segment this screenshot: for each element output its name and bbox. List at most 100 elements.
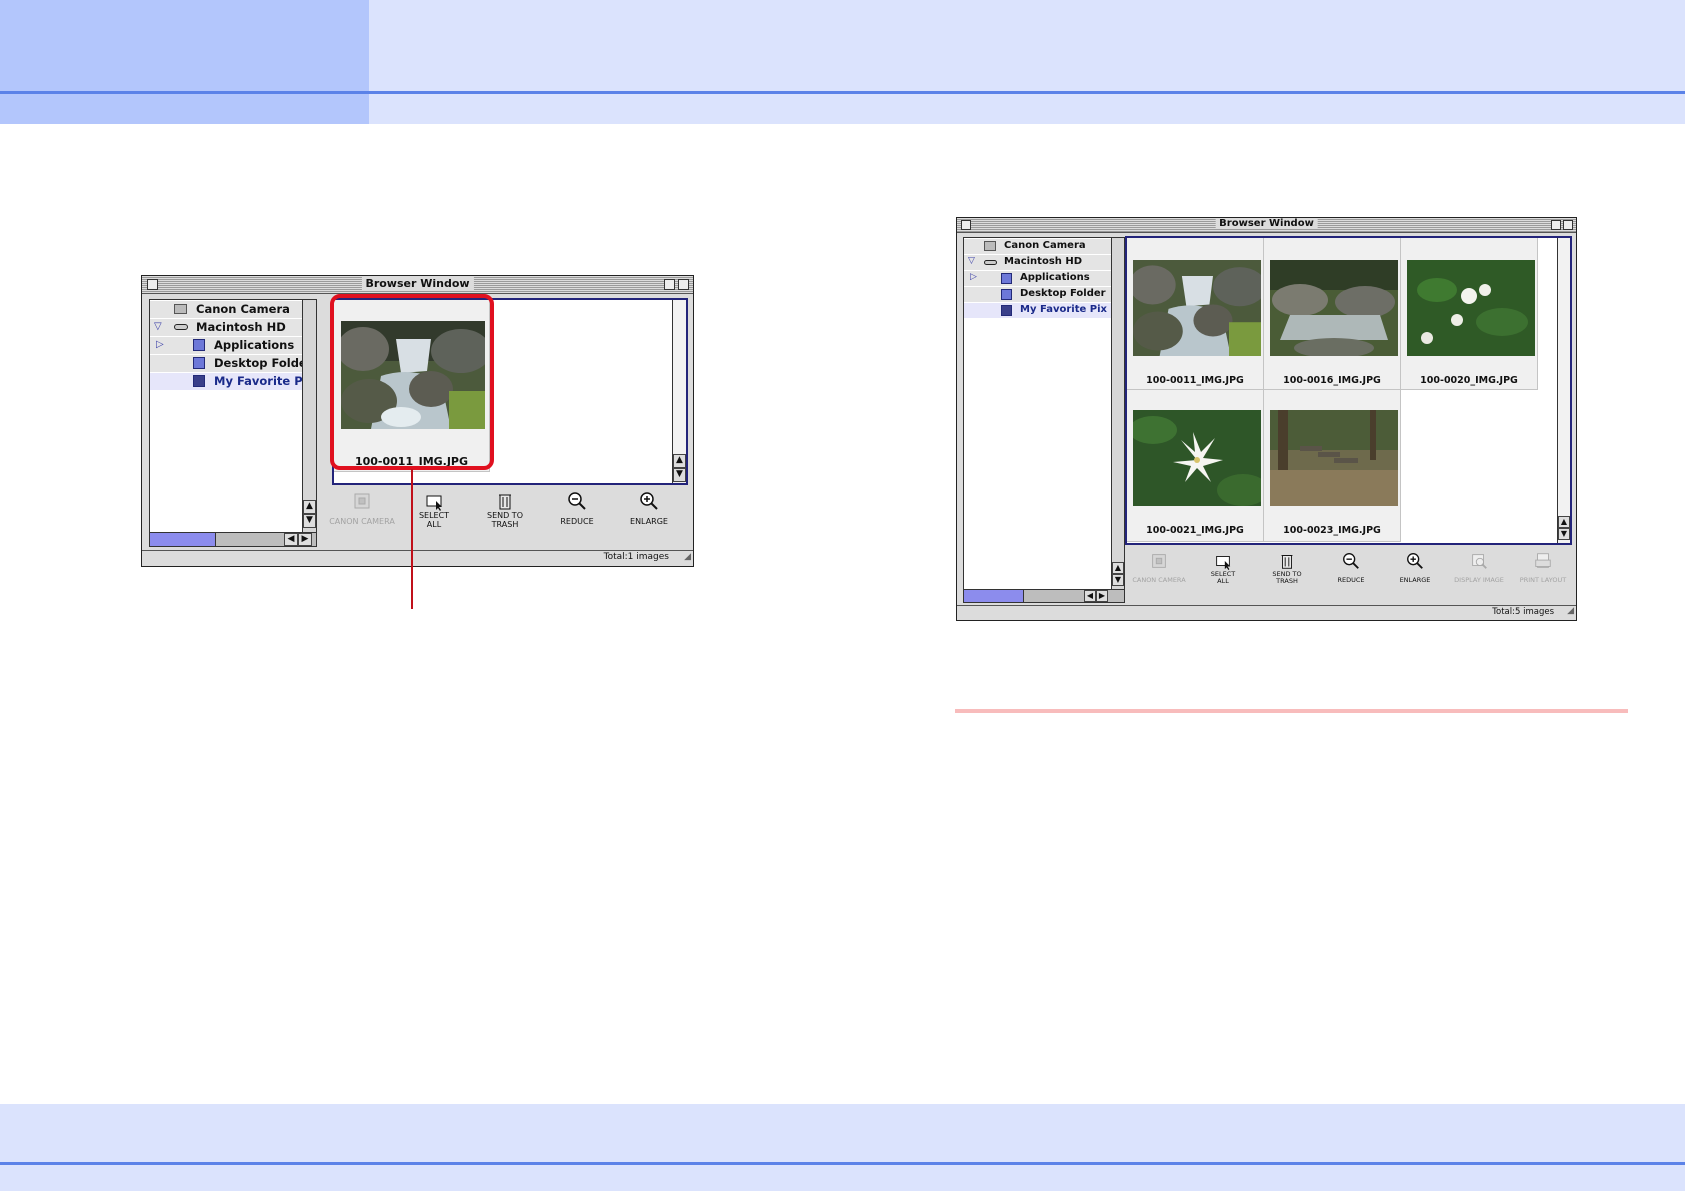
tree-item-label: Canon Camera xyxy=(196,302,290,316)
tree-item-macintosh-hd[interactable]: ▽ Macintosh HD xyxy=(150,319,316,336)
folder-icon xyxy=(1001,273,1012,284)
canon-camera-button[interactable]: CANON CAMERA xyxy=(1127,551,1191,584)
disclosure-closed-icon[interactable]: ▷ xyxy=(156,339,164,350)
header-band-left xyxy=(0,0,369,91)
disclosure-open-icon[interactable]: ▽ xyxy=(154,321,162,332)
tree-item-my-favorite-pix[interactable]: My Favorite Pix xyxy=(964,303,1124,318)
folder-tree: Canon Camera ▽ Macintosh HD ▷ Applicatio… xyxy=(149,299,317,547)
scroll-thumb[interactable] xyxy=(150,533,216,546)
scroll-up-icon[interactable]: ▲ xyxy=(673,454,686,468)
folder-icon xyxy=(193,339,205,351)
scroll-right-icon[interactable]: ▶ xyxy=(1096,590,1108,602)
browser-window-right: Browser Window Canon Camera ▽ Macintosh … xyxy=(956,217,1577,621)
thumbnail-filename: 100-0011_IMG.JPG xyxy=(1146,375,1244,386)
tree-item-macintosh-hd[interactable]: ▽ Macintosh HD xyxy=(964,255,1124,270)
close-box-icon[interactable] xyxy=(961,220,971,230)
image-pane-scrollbar[interactable]: ▲ ▼ xyxy=(672,300,686,483)
tree-item-label: Applications xyxy=(214,338,295,352)
tree-item-canon-camera[interactable]: Canon Camera xyxy=(964,239,1124,254)
tree-item-desktop-folder[interactable]: Desktop Folder xyxy=(964,287,1124,302)
scroll-thumb[interactable] xyxy=(964,590,1024,602)
select-all-icon xyxy=(426,495,442,511)
footer-underband xyxy=(0,1165,1685,1191)
section-divider xyxy=(955,709,1628,713)
tree-item-applications[interactable]: ▷ Applications xyxy=(964,271,1124,286)
reduce-button[interactable]: REDUCE xyxy=(537,490,617,527)
title-bar[interactable]: Browser Window xyxy=(957,218,1576,233)
disclosure-closed-icon[interactable]: ▷ xyxy=(970,272,977,282)
title-bar[interactable]: Browser Window xyxy=(142,276,693,294)
white-flowers-photo xyxy=(1407,260,1535,356)
zoom-out-icon xyxy=(1343,553,1359,569)
scroll-down-icon[interactable]: ▼ xyxy=(1112,574,1124,586)
callout-highlight xyxy=(330,294,494,470)
scroll-left-icon[interactable]: ◀ xyxy=(1084,590,1096,602)
collapse-box-icon[interactable] xyxy=(1563,220,1573,230)
stream-rocks-photo xyxy=(1270,260,1398,356)
header-band-right xyxy=(369,0,1685,91)
collapse-box-icon[interactable] xyxy=(678,279,689,290)
thumbnail-cell[interactable]: 100-0021_IMG.JPG xyxy=(1127,390,1264,542)
resize-grip-icon[interactable]: ◢ xyxy=(684,552,691,562)
tree-horizontal-scrollbar[interactable]: ◀ ▶ xyxy=(150,532,316,546)
zoom-in-icon xyxy=(1407,553,1423,569)
park-benches-photo xyxy=(1270,410,1398,506)
tree-horizontal-scrollbar[interactable]: ◀ ▶ xyxy=(964,589,1124,602)
window-title: Browser Window xyxy=(361,277,474,290)
send-to-trash-button[interactable]: SEND TO TRASH xyxy=(465,490,545,530)
tree-vertical-scrollbar[interactable]: ▲ ▼ xyxy=(302,300,316,532)
lily-photo xyxy=(1133,410,1261,506)
footer-band xyxy=(0,1104,1685,1162)
folder-icon xyxy=(1001,305,1012,316)
status-bar: Total:5 images ◢ xyxy=(957,605,1576,620)
scroll-right-icon[interactable]: ▶ xyxy=(298,533,312,546)
tree-item-label: Desktop Folder xyxy=(214,356,313,370)
trash-icon xyxy=(1281,555,1293,569)
enlarge-button[interactable]: ENLARGE xyxy=(1383,551,1447,584)
zoom-box-icon[interactable] xyxy=(1551,220,1561,230)
tree-item-applications[interactable]: ▷ Applications xyxy=(150,337,316,354)
thumbnail-filename: 100-0020_IMG.JPG xyxy=(1420,375,1518,386)
scroll-up-icon[interactable]: ▲ xyxy=(303,500,316,514)
select-all-button[interactable]: SELECT ALL xyxy=(394,490,474,530)
scroll-up-icon[interactable]: ▲ xyxy=(1558,516,1570,528)
tree-item-canon-camera[interactable]: Canon Camera xyxy=(150,301,316,318)
scroll-left-icon[interactable]: ◀ xyxy=(284,533,298,546)
close-box-icon[interactable] xyxy=(147,279,158,290)
camera-icon xyxy=(1152,554,1166,568)
tree-item-desktop-folder[interactable]: Desktop Folder xyxy=(150,355,316,372)
zoom-out-icon xyxy=(568,492,586,510)
thumbnail-cell[interactable]: 100-0023_IMG.JPG xyxy=(1264,390,1401,542)
tree-item-label: Desktop Folder xyxy=(1020,288,1106,299)
resize-grip-icon[interactable]: ◢ xyxy=(1567,606,1574,616)
enlarge-button[interactable]: ENLARGE xyxy=(609,490,689,527)
tree-item-label: My Favorite Pix xyxy=(1020,304,1107,315)
header-subband-right xyxy=(369,94,1685,124)
camera-icon xyxy=(354,493,370,509)
scroll-down-icon[interactable]: ▼ xyxy=(1558,528,1570,540)
display-image-button[interactable]: DISPLAY IMAGE xyxy=(1447,551,1511,584)
canon-camera-button[interactable]: CANON CAMERA xyxy=(322,490,402,527)
image-count: Total:5 images xyxy=(1492,607,1554,617)
reduce-button[interactable]: REDUCE xyxy=(1319,551,1383,584)
zoom-box-icon[interactable] xyxy=(664,279,675,290)
scroll-down-icon[interactable]: ▼ xyxy=(303,514,316,528)
disclosure-open-icon[interactable]: ▽ xyxy=(968,256,975,266)
send-to-trash-button[interactable]: SEND TO TRASH xyxy=(1255,551,1319,585)
thumbnail-filename: 100-0021_IMG.JPG xyxy=(1146,525,1244,536)
thumbnail-cell[interactable]: 100-0020_IMG.JPG xyxy=(1401,238,1538,390)
scroll-down-icon[interactable]: ▼ xyxy=(673,468,686,482)
zoom-in-icon xyxy=(640,492,658,510)
select-all-button[interactable]: SELECT ALL xyxy=(1191,551,1255,585)
image-count: Total:1 images xyxy=(603,552,669,562)
scroll-up-icon[interactable]: ▲ xyxy=(1112,562,1124,574)
image-pane-scrollbar[interactable]: ▲ ▼ xyxy=(1557,238,1570,543)
print-layout-button[interactable]: PRINT LAYOUT xyxy=(1511,551,1575,584)
display-image-icon xyxy=(1472,554,1487,569)
tree-vertical-scrollbar[interactable]: ▲ ▼ xyxy=(1111,238,1124,590)
thumbnail-filename: 100-0023_IMG.JPG xyxy=(1283,525,1381,536)
hard-drive-icon xyxy=(174,324,188,330)
tree-item-my-favorite-pix[interactable]: My Favorite Pix xyxy=(150,373,316,390)
thumbnail-cell[interactable]: 100-0011_IMG.JPG xyxy=(1127,238,1264,390)
thumbnail-cell[interactable]: 100-0016_IMG.JPG xyxy=(1264,238,1401,390)
